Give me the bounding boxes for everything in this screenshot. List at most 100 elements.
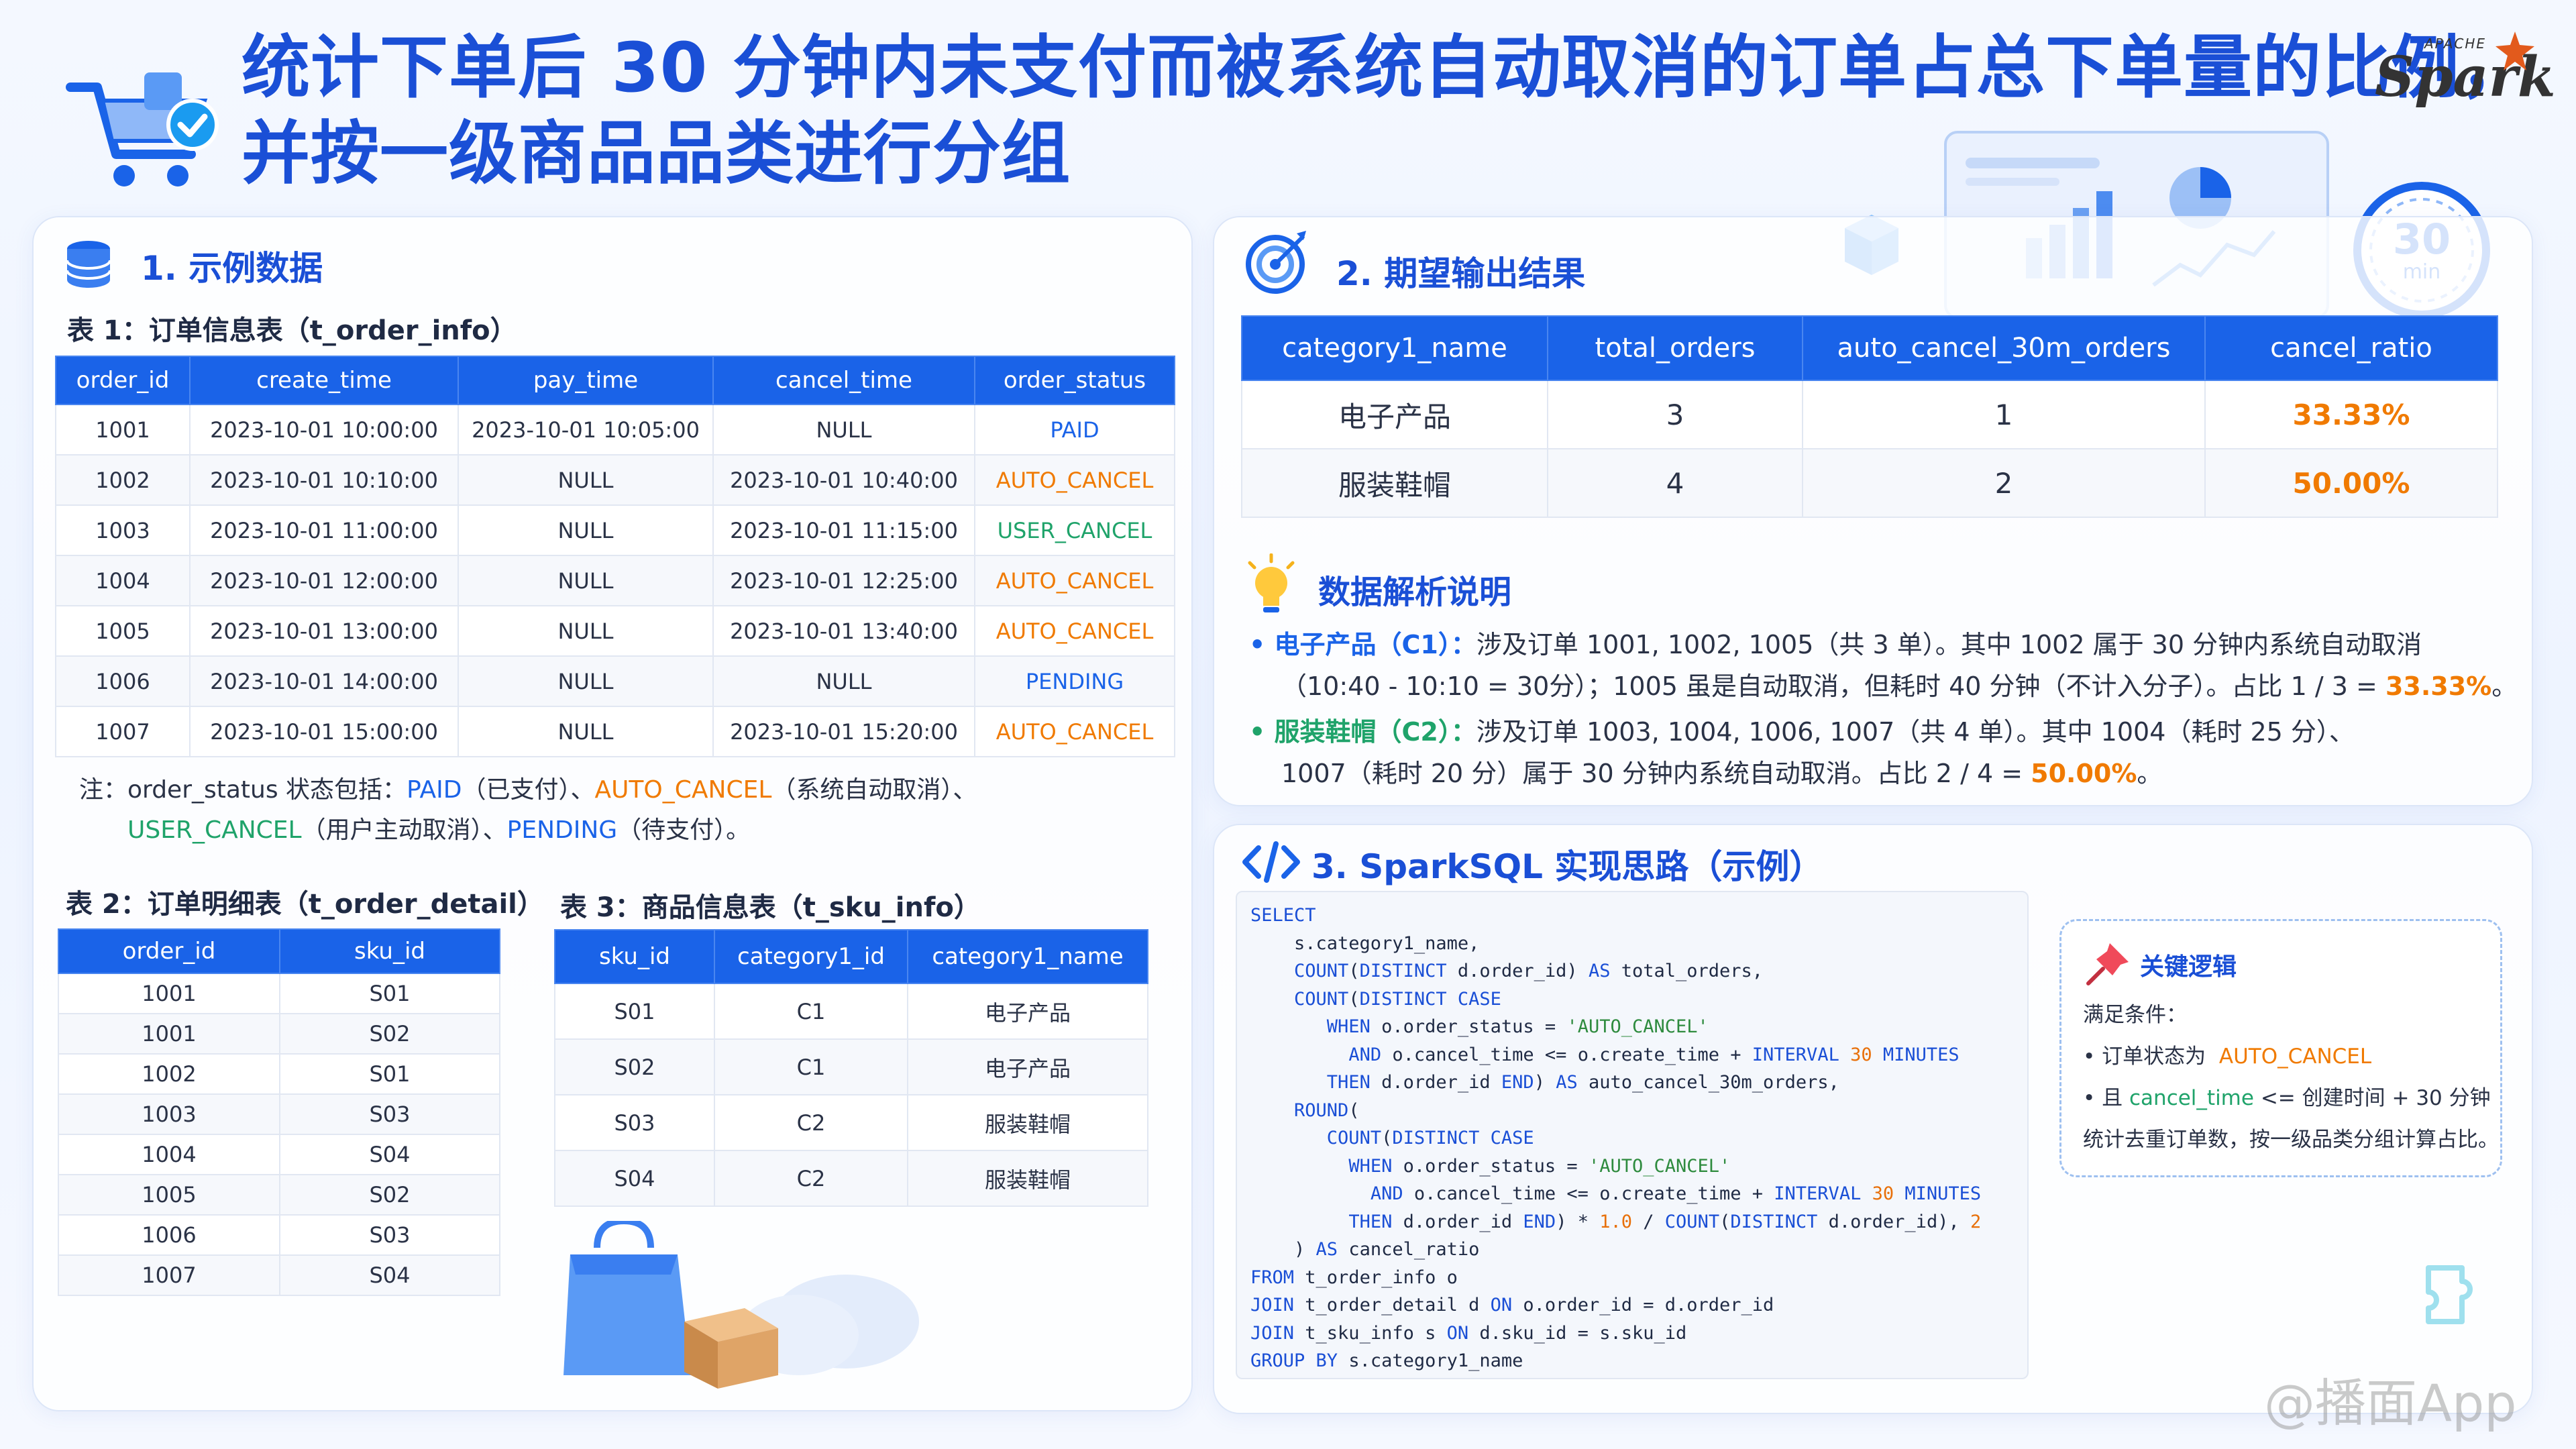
order-info-cell-create-time: 2023-10-01 10:10:00 [189,454,459,506]
table1-caption: 表 1：订单信息表（t_order_info） [67,315,517,346]
key-logic-line2-prefix: • 订单状态为 [2083,1044,2206,1069]
result-cell-auto-cancel-30m-orders: 1 [1802,380,2206,449]
result-cell-cancel-ratio: 50.00% [2204,448,2498,518]
order-info-header-pay-time: pay_time [458,356,714,405]
shopping-bag-illustration [557,1217,959,1395]
code-line: GROUP BY s.category1_name [1250,1350,1523,1371]
code-line: AND o.cancel_time <= o.create_time + INT… [1370,1183,1982,1204]
order-detail-cell-sku-id: S02 [279,1174,500,1216]
order-info-cell-pay-time: NULL [458,605,714,657]
order-detail-cell-sku-id: S04 [279,1134,500,1175]
result-table: category1_name total_orders auto_cancel_30… [1241,315,2498,518]
analysis-c1-ratio: 33.33% [2385,672,2492,701]
table-row: S03 C2 服装鞋帽 [554,1094,1148,1151]
order-info-table: order_id create_time pay_time cancel_time or… [55,356,1175,757]
order-detail-cell-order-id: 1003 [58,1093,280,1135]
order-detail-cell-order-id: 1005 [58,1174,280,1216]
analysis-c1-text2: （10:40 - 10:10 = 30分）；1005 虽是自动取消，但耗时 40… [1281,672,2385,701]
order-info-cell-order-id: 1005 [55,605,191,657]
order-info-cell-order-id: 1007 [55,706,191,757]
code-line: COUNT(DISTINCT CASE [1326,1128,1534,1148]
result-header-cancel-ratio: cancel_ratio [2204,315,2498,381]
table-row: 1003 2023-10-01 11:00:00 NULL 2023-10-01 11… [55,504,1175,556]
order-detail-cell-sku-id: S03 [279,1214,500,1256]
order-detail-cell-order-id: 1001 [58,973,280,1014]
code-line: JOIN t_sku_info s ON d.sku_id = s.sku_id [1250,1322,1687,1344]
order-info-cell-pay-time: NULL [458,504,714,556]
analysis-item-c2: • 服装鞋帽（C2）：涉及订单 1003, 1004, 1006, 1007（共… [1249,717,2355,788]
section1-title: 1. 示例数据 [141,249,323,288]
table-row: 1002 S01 [58,1053,500,1095]
order-info-cell-order-id: 1004 [55,555,191,606]
key-logic-line1: 满足条件： [2083,1003,2187,1027]
code-line: WHEN o.order_status = 'AUTO_CANCEL' [1348,1155,1731,1177]
order-info-cell-order-id: 1001 [55,404,191,455]
code-line: JOIN t_order_detail d ON o.order_id = d.… [1250,1295,1774,1316]
sku-info-cell-category1-name: 服装鞋帽 [907,1094,1148,1151]
spark-star-icon [2496,32,2534,70]
order-info-cell-order-status: AUTO_CANCEL [974,605,1175,657]
note-pending: PENDING [506,816,618,844]
order-info-header-create-time: create_time [189,356,459,405]
table-row: S04 C2 服装鞋帽 [554,1150,1148,1207]
result-cell-category1-name: 服装鞋帽 [1241,448,1548,518]
order-info-cell-cancel-time: 2023-10-01 12:25:00 [712,555,975,606]
sku-info-cell-category1-name: 服装鞋帽 [907,1150,1148,1207]
sku-info-header-category1-id: category1_id [714,929,908,984]
result-cell-auto-cancel-30m-orders: 2 [1802,448,2206,518]
note-user: USER_CANCEL [127,816,302,844]
sku-info-table: sku_id category1_id category1_name S01 C1 电子… [554,929,1148,1207]
code-line: ROUND( [1294,1099,1360,1121]
result-header-auto-cancel-30m-orders: auto_cancel_30m_orders [1802,315,2206,381]
code-line: ORDER BY s.category1_name; [1250,1375,2014,1379]
status-note: 注：order_status 状态包括：PAID（已支付）、AUTO_CANCE… [79,770,1179,851]
result-header-category1-name: category1_name [1241,315,1548,381]
order-info-cell-order-id: 1003 [55,504,191,556]
table-row: 1005 2023-10-01 13:00:00 NULL 2023-10-01 13… [55,605,1175,657]
spark-logo: APACHE Spark [2368,30,2556,117]
table-row: 1003 S03 [58,1093,500,1135]
order-detail-cell-sku-id: S03 [279,1093,500,1135]
analysis-c1-end: 。 [2491,672,2518,701]
table-row: 1006 2023-10-01 14:00:00 NULL NULL PENDING [55,655,1175,707]
sku-info-cell-category1-name: 电子产品 [907,983,1148,1040]
target-icon [1244,228,1311,295]
order-detail-cell-sku-id: S01 [279,973,500,1014]
order-info-cell-order-id: 1006 [55,655,191,707]
order-info-cell-order-status: PENDING [974,655,1175,707]
note-auto-desc: （系统自动取消）、 [771,776,977,804]
table-row: 1006 S03 [58,1214,500,1256]
table-row: 1007 2023-10-01 15:00:00 NULL 2023-10-01 15… [55,706,1175,757]
order-info-cell-create-time: 2023-10-01 13:00:00 [189,605,459,657]
code-line: COUNT(DISTINCT CASE [1294,988,1501,1010]
note-paid: PAID [407,776,462,804]
order-info-cell-create-time: 2023-10-01 12:00:00 [189,555,459,606]
code-line: WHEN o.order_status = 'AUTO_CANCEL' [1326,1016,1709,1037]
lightbulb-icon [1244,553,1298,618]
analysis-c1-label: 电子产品（C1）： [1274,630,1477,659]
order-info-cell-cancel-time: NULL [712,404,975,455]
table-row: 1001 S02 [58,1013,500,1055]
order-info-cell-order-status: AUTO_CANCEL [974,555,1175,606]
table-row: 1002 2023-10-01 10:10:00 NULL 2023-10-01 10… [55,454,1175,506]
order-detail-cell-order-id: 1001 [58,1013,280,1055]
watermark: @播面App [2264,1373,2517,1433]
sku-info-cell-category1-id: C2 [714,1094,908,1151]
key-logic-title: 关键逻辑 [2140,953,2237,981]
order-detail-cell-order-id: 1007 [58,1254,280,1296]
table-row: 1005 S02 [58,1174,500,1216]
code-line: s.category1_name, [1250,932,1480,954]
sku-info-cell-sku-id: S01 [554,983,715,1040]
order-detail-table: order_id sku_id 1001 S01 1001 S02 1002 S01 1003… [58,928,500,1296]
order-info-cell-order-status: PAID [974,404,1175,455]
order-info-header-order-status: order_status [974,356,1175,405]
result-cell-category1-name: 电子产品 [1241,380,1548,449]
order-info-cell-create-time: 2023-10-01 15:00:00 [189,706,459,757]
key-logic-line3-value: cancel_time [2129,1086,2254,1110]
key-logic-line3-rest: <= 创建时间 + 30 分钟 [2260,1086,2491,1110]
order-detail-cell-order-id: 1004 [58,1134,280,1175]
table-row: 1004 S04 [58,1134,500,1175]
order-info-cell-pay-time: 2023-10-01 10:05:00 [458,404,714,455]
table-row: 电子产品 3 1 33.33% [1241,380,2498,449]
code-line: THEN d.order_id END) AS auto_cancel_30m_… [1326,1072,1839,1093]
